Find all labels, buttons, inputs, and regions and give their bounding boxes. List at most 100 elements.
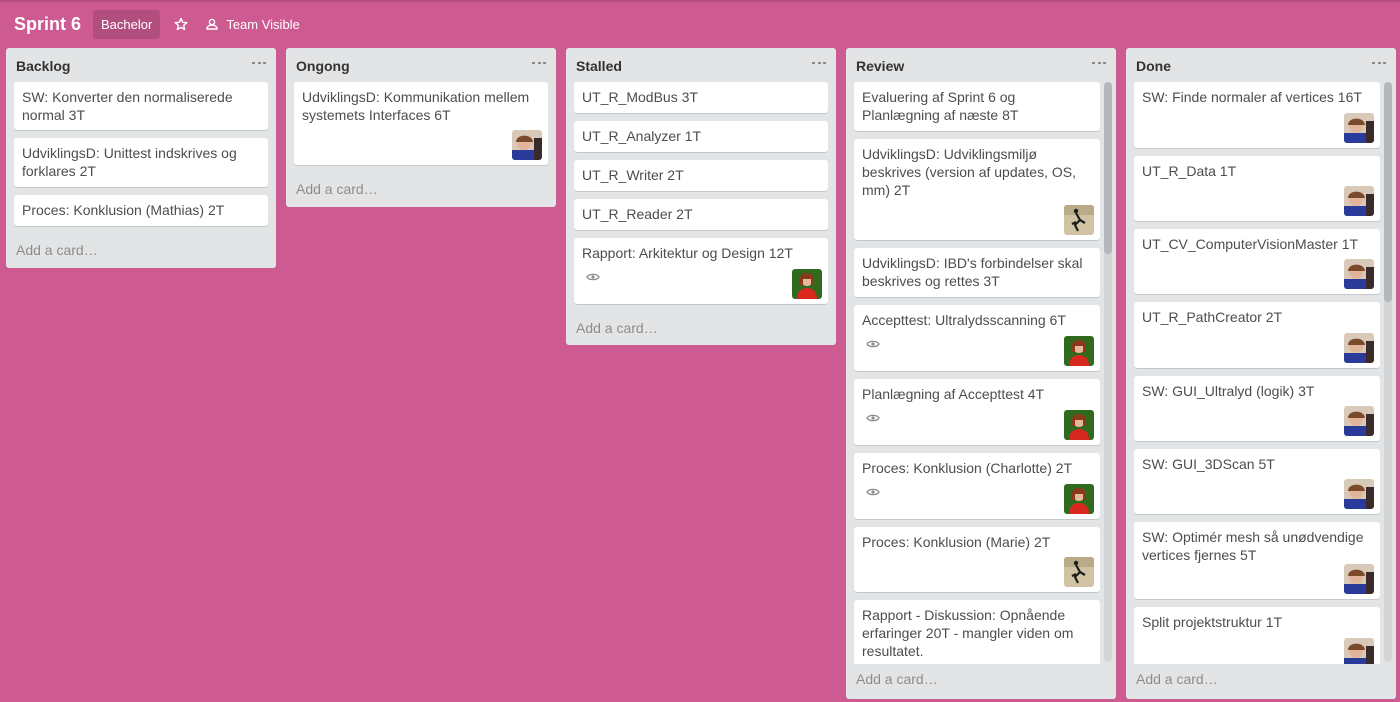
list-done: Done SW: Finde normaler af vertices 16T U… — [1126, 48, 1396, 699]
card-title: Proces: Konklusion (Marie) 2T — [862, 534, 1051, 550]
team-visibility-button[interactable]: Team Visible — [206, 16, 300, 32]
card-title: UdviklingsD: Unittest indskrives og fork… — [22, 145, 237, 179]
card[interactable]: UT_R_ModBus 3T — [574, 82, 828, 113]
scrollbar[interactable] — [1384, 82, 1392, 662]
card-title: Accepttest: Ultralydsscanning 6T — [862, 312, 1066, 328]
team-icon — [206, 18, 219, 30]
avatar[interactable] — [1344, 333, 1374, 363]
card[interactable]: SW: GUI_3DScan 5T — [1134, 449, 1380, 514]
card[interactable]: Proces: Konklusion (Marie) 2T — [854, 527, 1100, 592]
card[interactable]: UdviklingsD: Unittest indskrives og fork… — [14, 138, 268, 187]
list-backlog: Backlog SW: Konverter den normaliserede … — [6, 48, 276, 268]
card[interactable]: UT_R_Reader 2T — [574, 199, 828, 230]
board-title[interactable]: Sprint 6 — [14, 14, 81, 35]
list-title[interactable]: Ongong — [296, 58, 350, 74]
org-button[interactable]: Bachelor — [93, 9, 161, 39]
card-title: UT_R_Analyzer 1T — [582, 128, 702, 144]
avatar[interactable] — [1064, 205, 1094, 235]
card-title: UT_R_ModBus 3T — [582, 89, 698, 105]
card[interactable]: UT_R_PathCreator 2T — [1134, 302, 1380, 368]
list-title[interactable]: Stalled — [576, 58, 622, 74]
avatar[interactable] — [1064, 557, 1094, 587]
watch-icon — [866, 483, 880, 496]
list-menu-icon[interactable] — [812, 56, 826, 70]
add-card-button[interactable]: Add a card… — [286, 173, 556, 207]
star-icon[interactable] — [170, 13, 192, 35]
card-title: UT_R_Reader 2T — [582, 206, 693, 222]
card-title: Split projektstruktur 1T — [1142, 614, 1283, 630]
scrollbar-thumb[interactable] — [1384, 82, 1392, 302]
avatar[interactable] — [1344, 259, 1374, 289]
card[interactable]: UdviklingsD: Udviklingsmiljø beskrives (… — [854, 139, 1100, 240]
scrollbar[interactable] — [1104, 82, 1112, 662]
avatar[interactable] — [1344, 479, 1374, 509]
list-title[interactable]: Review — [856, 58, 904, 74]
card[interactable]: SW: Konverter den normaliserede normal 3… — [14, 82, 268, 130]
avatar[interactable] — [1064, 484, 1094, 514]
card-title: Evaluering af Sprint 6 og Planlægning af… — [862, 89, 1019, 123]
card-title: UdviklingsD: Udviklingsmiljø beskrives (… — [862, 146, 1076, 198]
card[interactable]: Split projektstruktur 1T — [1134, 607, 1380, 664]
card[interactable]: UT_CV_ComputerVisionMaster 1T — [1134, 229, 1380, 294]
card-title: Rapport - Diskussion: Opnående erfaringe… — [862, 607, 1074, 659]
card[interactable]: UdviklingsD: IBD's forbindelser skal bes… — [854, 248, 1100, 297]
card[interactable]: UT_R_Writer 2T — [574, 160, 828, 191]
card[interactable]: Rapport: Arkitektur og Design 12T — [574, 238, 828, 304]
watch-icon — [586, 268, 600, 281]
card-title: SW: GUI_3DScan 5T — [1142, 456, 1275, 472]
watch-icon — [866, 409, 880, 422]
card[interactable]: Accepttest: Ultralydsscanning 6T — [854, 305, 1100, 371]
avatar[interactable] — [1344, 564, 1374, 594]
card-title: UdviklingsD: IBD's forbindelser skal bes… — [862, 255, 1083, 289]
list-title[interactable]: Done — [1136, 58, 1171, 74]
card[interactable]: SW: GUI_Ultralyd (logik) 3T — [1134, 376, 1380, 441]
list-ongong: Ongong UdviklingsD: Kommunikation mellem… — [286, 48, 556, 207]
scrollbar-thumb[interactable] — [1104, 82, 1112, 254]
card-title: Proces: Konklusion (Mathias) 2T — [22, 202, 225, 218]
avatar[interactable] — [1344, 113, 1374, 143]
card[interactable]: Evaluering af Sprint 6 og Planlægning af… — [854, 82, 1100, 131]
card-title: Rapport: Arkitektur og Design 12T — [582, 245, 793, 261]
add-card-button[interactable]: Add a card… — [566, 312, 836, 346]
list-menu-icon[interactable] — [1372, 56, 1386, 70]
card-title: UT_R_Writer 2T — [582, 167, 684, 183]
list-title[interactable]: Backlog — [16, 58, 70, 74]
card[interactable]: SW: Optimér mesh så unødvendige vertices… — [1134, 522, 1380, 599]
card-title: SW: Finde normaler af vertices 16T — [1142, 89, 1362, 105]
avatar[interactable] — [512, 130, 542, 160]
avatar[interactable] — [1064, 336, 1094, 366]
card[interactable]: Proces: Konklusion (Charlotte) 2T — [854, 453, 1100, 519]
list-review: Review Evaluering af Sprint 6 og Planlæg… — [846, 48, 1116, 699]
avatar[interactable] — [1344, 406, 1374, 436]
card[interactable]: SW: Finde normaler af vertices 16T — [1134, 82, 1380, 148]
card-title: Proces: Konklusion (Charlotte) 2T — [862, 460, 1073, 476]
add-card-button[interactable]: Add a card… — [846, 664, 1116, 697]
card-title: SW: Optimér mesh så unødvendige vertices… — [1142, 529, 1364, 563]
avatar[interactable] — [1344, 638, 1374, 664]
card[interactable]: UT_R_Analyzer 1T — [574, 121, 828, 152]
avatar[interactable] — [792, 269, 822, 299]
add-card-button[interactable]: Add a card… — [1126, 664, 1396, 697]
card-title: UT_CV_ComputerVisionMaster 1T — [1142, 236, 1359, 252]
team-label: Team Visible — [226, 16, 300, 32]
card[interactable]: Proces: Konklusion (Mathias) 2T — [14, 195, 268, 226]
card-title: Planlægning af Accepttest 4T — [862, 386, 1045, 402]
card-title: SW: GUI_Ultralyd (logik) 3T — [1142, 383, 1315, 399]
avatar[interactable] — [1344, 186, 1374, 216]
card-title: SW: Konverter den normaliserede normal 3… — [22, 89, 233, 123]
list-stalled: Stalled UT_R_ModBus 3T UT_R_Analyzer 1T … — [566, 48, 836, 345]
watch-icon — [866, 335, 880, 348]
avatar[interactable] — [1064, 410, 1094, 440]
board-header: Sprint 6 Bachelor Team Visible — [0, 2, 1400, 46]
list-menu-icon[interactable] — [1092, 56, 1106, 70]
list-menu-icon[interactable] — [252, 56, 266, 70]
card-title: UT_R_PathCreator 2T — [1142, 309, 1283, 325]
list-menu-icon[interactable] — [532, 56, 546, 70]
card[interactable]: UdviklingsD: Kommunikation mellem system… — [294, 82, 548, 165]
add-card-button[interactable]: Add a card… — [6, 234, 276, 268]
card[interactable]: UT_R_Data 1T — [1134, 156, 1380, 221]
card[interactable]: Planlægning af Accepttest 4T — [854, 379, 1100, 445]
card-title: UT_R_Data 1T — [1142, 163, 1237, 179]
card-title: UdviklingsD: Kommunikation mellem system… — [302, 89, 530, 123]
card[interactable]: Rapport - Diskussion: Opnående erfaringe… — [854, 600, 1100, 664]
